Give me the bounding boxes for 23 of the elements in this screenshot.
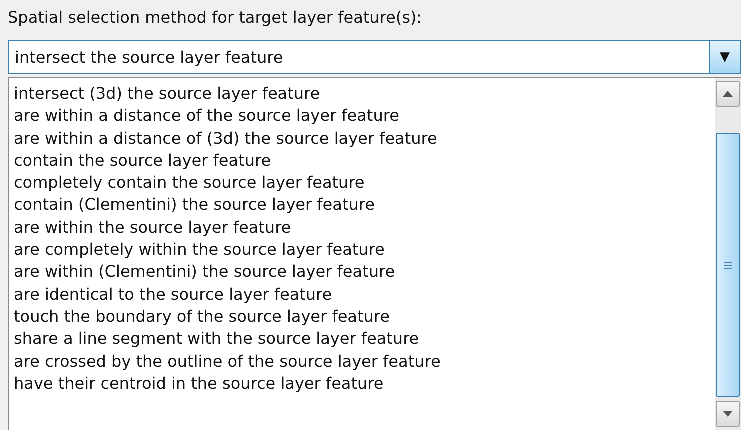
dropdown-button[interactable]: ▼ [709, 41, 740, 73]
field-label: Spatial selection method for target layer feature(s): [8, 7, 422, 29]
option-item[interactable]: are completely within the source layer feature [14, 239, 385, 262]
down-arrow-icon [723, 411, 733, 417]
option-item[interactable]: are identical to the source layer feature [14, 284, 332, 306]
scroll-up-button[interactable] [716, 81, 740, 107]
scroll-thumb[interactable] [716, 133, 740, 397]
option-item[interactable]: are within the source layer feature [14, 216, 292, 240]
up-arrow-icon [723, 91, 733, 97]
option-item[interactable]: are within (Clementini) the source layer feature [14, 261, 396, 284]
grip-icon [724, 262, 732, 268]
option-item[interactable]: share a line segment with the source layer feature [14, 328, 420, 351]
option-item[interactable]: are crossed by the outline of the source layer feature [14, 350, 441, 373]
option-item[interactable]: contain (Clementini) the source layer feature [14, 194, 375, 217]
option-item[interactable]: intersect (3d) the source layer feature [14, 83, 320, 106]
scroll-down-button[interactable] [716, 401, 740, 427]
option-item[interactable]: contain the source layer feature [14, 150, 272, 172]
option-item[interactable]: touch the boundary of the source layer feature [14, 306, 390, 328]
option-item[interactable]: are within a distance of the source layer feature [14, 105, 400, 128]
option-item[interactable]: are within a distance of (3d) the source layer feature [14, 128, 438, 150]
option-item[interactable]: completely contain the source layer feature [14, 172, 365, 194]
option-item[interactable]: have their centroid in the source layer feature [14, 372, 384, 396]
method-dropdown[interactable]: intersect the source layer feature ▼ [8, 40, 741, 74]
